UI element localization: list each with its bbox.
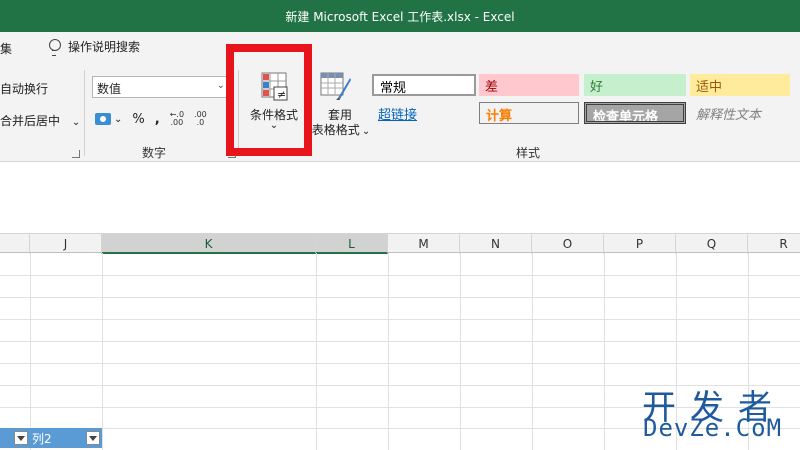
column-header-o[interactable]: O [532, 234, 604, 254]
merge-center-label: 合并后居中 [0, 114, 61, 128]
chevron-down-icon: ⌄ [71, 117, 81, 128]
grid-line [0, 363, 800, 364]
number-group-label: 数字 [142, 146, 167, 160]
number-format-dropdown[interactable]: 数值 ⌄ [92, 76, 232, 98]
format-as-table-icon [320, 72, 351, 100]
lightbulb-icon [48, 38, 61, 56]
styles-group-label: 样式 [516, 146, 541, 160]
number-format-value: 数值 [97, 82, 122, 96]
title-bar: 新建 Microsoft Excel 工作表.xlsx - Excel [0, 0, 800, 32]
style-explanatory[interactable]: 解释性文本 [690, 102, 790, 124]
chevron-down-icon: ⌄ [114, 113, 123, 125]
column-header-q[interactable]: Q [676, 234, 748, 254]
ribbon: 自动换行 合并后居中 ⌄ 数值 ⌄ ⌄ % , ←.0.00 .00.0 数字 [0, 62, 800, 162]
chevron-down-icon: ⌄ [216, 80, 225, 91]
filter-dropdown-icon[interactable] [14, 431, 28, 445]
wrap-text-button[interactable]: 自动换行 [0, 80, 48, 97]
ribbon-tab-partial[interactable]: 集 [0, 40, 12, 57]
column-header-j[interactable]: J [30, 234, 102, 254]
grid-line [0, 319, 800, 320]
highlight-annotation [226, 44, 312, 156]
style-good[interactable]: 好 [584, 74, 686, 96]
search-label: 操作说明搜索 [68, 40, 141, 54]
column-header-m[interactable]: M [388, 234, 460, 254]
format-as-table-button[interactable]: 套用 表格格式 ⌄ [312, 70, 370, 152]
grid-line [0, 275, 800, 276]
accounting-format-button[interactable]: ⌄ [95, 113, 122, 125]
watermark-domain: DevZe.CoM [643, 414, 783, 442]
column-header-row: J K L M N O P Q R [0, 233, 800, 254]
merge-center-button[interactable]: 合并后居中 ⌄ [0, 112, 80, 129]
percent-style-button[interactable]: % [132, 112, 144, 127]
filter-dropdown-icon[interactable] [86, 431, 100, 445]
grid-line [0, 341, 800, 342]
grid-line [0, 297, 800, 298]
grid-line [102, 253, 103, 450]
style-check-cell[interactable]: 检查单元格 [584, 102, 686, 124]
table-header-label[interactable]: 列2 [32, 430, 52, 447]
column-header-l[interactable]: L [316, 234, 388, 254]
grid-line [30, 253, 31, 450]
tell-me-search[interactable]: 操作说明搜索 [48, 38, 141, 56]
grid-line [316, 253, 317, 450]
grid-line [460, 253, 461, 450]
style-normal[interactable]: 常规 [372, 74, 476, 96]
grid-line [388, 253, 389, 450]
increase-decimal-button[interactable]: ←.0.00 [170, 111, 184, 127]
formula-area [0, 163, 800, 233]
style-bad[interactable]: 差 [479, 74, 579, 96]
format-as-table-label-2: 表格格式 ⌄ [311, 123, 371, 137]
style-calculation[interactable]: 计算 [479, 102, 579, 124]
window-title: 新建 Microsoft Excel 工作表.xlsx - Excel [285, 10, 515, 24]
alignment-launcher-icon[interactable] [72, 150, 80, 158]
group-separator [84, 70, 85, 156]
grid-line [532, 253, 533, 450]
column-header-k[interactable]: K [102, 234, 316, 254]
comma-style-button[interactable]: , [155, 112, 160, 127]
menu-row: 集 操作说明搜索 [0, 32, 800, 62]
column-header-n[interactable]: N [460, 234, 532, 254]
number-format-buttons: ⌄ % , ←.0.00 .00.0 [95, 109, 207, 129]
column-header-p[interactable]: P [604, 234, 676, 254]
style-hyperlink[interactable]: 超链接 [372, 102, 476, 124]
column-header-r[interactable]: R [748, 234, 800, 254]
grid-line [604, 253, 605, 450]
currency-icon [95, 113, 111, 125]
column-header-partial[interactable] [0, 234, 30, 254]
decrease-decimal-button[interactable]: .00.0 [194, 111, 207, 127]
style-neutral[interactable]: 适中 [690, 74, 790, 96]
